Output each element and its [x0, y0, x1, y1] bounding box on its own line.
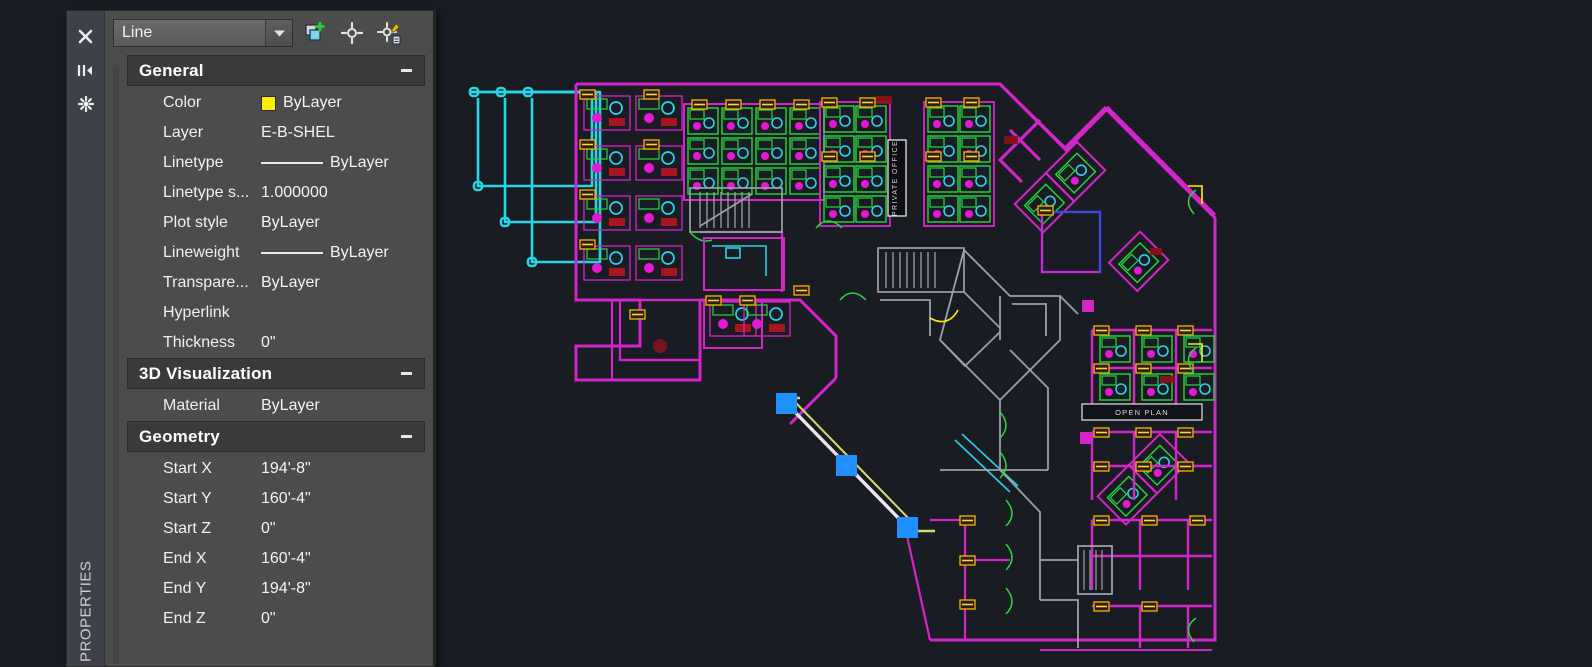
property-label: Linetype	[163, 154, 224, 171]
close-icon[interactable]	[74, 23, 98, 49]
property-label: Transpare...	[163, 274, 249, 291]
object-type-row: Line	[105, 11, 433, 55]
property-value-cell[interactable]: ByLayer	[261, 94, 425, 112]
linetype-swatch	[261, 162, 323, 164]
property-value-text: 0"	[261, 610, 276, 627]
property-value-cell[interactable]: ByLayer	[261, 214, 425, 232]
property-row[interactable]: Linetype s... 1.000000	[127, 178, 425, 208]
quick-select-icon[interactable]	[300, 18, 330, 48]
property-label: Start Z	[163, 520, 212, 537]
property-row[interactable]: Linetype ByLayer	[127, 148, 425, 178]
property-value-cell[interactable]: 1.000000	[261, 184, 425, 202]
property-value-cell[interactable]: ByLayer	[261, 244, 425, 262]
property-label: Lineweight	[163, 244, 240, 261]
property-label: Layer	[163, 124, 204, 141]
drawing-label-open-plan: OPEN PLAN	[1115, 408, 1169, 417]
property-value-text: E-B-SHEL	[261, 124, 335, 141]
property-row[interactable]: Material ByLayer	[127, 391, 425, 421]
property-label: End Z	[163, 610, 206, 627]
section-title: 3D Visualization	[139, 363, 273, 383]
property-value-cell[interactable]: 194'-8"	[261, 460, 425, 478]
pick-point-icon[interactable]	[374, 18, 404, 48]
property-value-cell[interactable]: E-B-SHEL	[261, 124, 425, 142]
property-label: Plot style	[163, 214, 228, 231]
drawing-label-private-office: PRIVATE OFFICE	[892, 140, 899, 216]
property-value-text: 194'-8"	[261, 460, 311, 477]
property-value-text: ByLayer	[261, 214, 320, 231]
property-value-text: ByLayer	[330, 244, 389, 261]
property-value-cell[interactable]: ByLayer	[261, 154, 425, 172]
property-label: Thickness	[163, 334, 236, 351]
property-value-cell[interactable]: 194'-8"	[261, 580, 425, 598]
property-value-cell[interactable]: 0"	[261, 334, 425, 352]
select-objects-icon[interactable]	[337, 18, 367, 48]
selected-line	[786, 396, 935, 533]
section-header-general[interactable]: General	[127, 55, 425, 86]
property-value-cell[interactable]: 160'-4"	[261, 550, 425, 568]
section-header-geometry[interactable]: Geometry	[127, 421, 425, 452]
collapse-icon[interactable]	[398, 366, 414, 382]
auto-hide-icon[interactable]	[74, 57, 98, 83]
properties-scrollbar[interactable]	[105, 55, 127, 666]
property-label: Hyperlink	[163, 304, 230, 321]
property-value-cell[interactable]: 0"	[261, 610, 425, 628]
property-row[interactable]: Plot style ByLayer	[127, 208, 425, 238]
properties-panel: PROPERTIES Line General Color ByLayer La…	[66, 10, 436, 667]
property-value-text: ByLayer	[283, 94, 342, 111]
property-value-text: ByLayer	[261, 397, 320, 414]
panel-settings-icon[interactable]	[74, 91, 98, 117]
property-label: Start X	[163, 460, 212, 477]
property-row[interactable]: Color ByLayer	[127, 88, 425, 118]
property-value-cell[interactable]: 160'-4"	[261, 490, 425, 508]
chevron-down-icon[interactable]	[266, 20, 292, 46]
scrollbar-thumb[interactable]	[113, 65, 119, 664]
property-row[interactable]: Transpare... ByLayer	[127, 268, 425, 298]
property-value-text: ByLayer	[330, 154, 389, 171]
property-row[interactable]: Lineweight ByLayer	[127, 238, 425, 268]
property-row[interactable]: End Z 0"	[127, 604, 425, 634]
property-row[interactable]: End X 160'-4"	[127, 544, 425, 574]
property-value-cell[interactable]: ByLayer	[261, 397, 425, 415]
property-row[interactable]: Start Z 0"	[127, 514, 425, 544]
property-value-text: 0"	[261, 520, 276, 537]
property-value-text: 160'-4"	[261, 550, 311, 567]
property-row[interactable]: Start Y 160'-4"	[127, 484, 425, 514]
property-row[interactable]: Hyperlink	[127, 298, 425, 328]
property-label: End Y	[163, 580, 207, 597]
property-label: Color	[163, 94, 202, 111]
properties-panel-body: Line General Color ByLayer Layer E-B-SHE…	[105, 11, 433, 666]
properties-list: General Color ByLayer Layer E-B-SHEL Linetype…	[127, 55, 425, 666]
object-type-select[interactable]: Line	[113, 19, 293, 47]
panel-vertical-title: PROPERTIES	[77, 560, 94, 662]
collapse-icon[interactable]	[398, 63, 414, 79]
color-swatch	[261, 95, 276, 111]
section-title: Geometry	[139, 426, 220, 446]
property-value-cell[interactable]: 0"	[261, 520, 425, 538]
property-row[interactable]: Start X 194'-8"	[127, 454, 425, 484]
property-label: Material	[163, 397, 220, 414]
property-value-text: 194'-8"	[261, 580, 311, 597]
object-type-value: Line	[114, 20, 266, 46]
property-value-text: ByLayer	[261, 274, 320, 291]
property-label: Start Y	[163, 490, 212, 507]
property-label: End X	[163, 550, 207, 567]
property-value-text: 160'-4"	[261, 490, 311, 507]
property-row[interactable]: End Y 194'-8"	[127, 574, 425, 604]
property-row[interactable]: Thickness 0"	[127, 328, 425, 358]
property-value-cell[interactable]: ByLayer	[261, 274, 425, 292]
property-row[interactable]: Layer E-B-SHEL	[127, 118, 425, 148]
linetype-swatch	[261, 252, 323, 254]
property-value-text: 0"	[261, 334, 276, 351]
section-header-3d-visualization[interactable]: 3D Visualization	[127, 358, 425, 389]
collapse-icon[interactable]	[398, 429, 414, 445]
section-title: General	[139, 60, 204, 80]
property-label: Linetype s...	[163, 184, 250, 201]
property-value-text: 1.000000	[261, 184, 328, 201]
autocad-window: PRIVATE OFFICE OPEN PLAN PROPERTIES Line…	[0, 0, 1592, 667]
panel-title-strip: PROPERTIES	[67, 11, 105, 666]
